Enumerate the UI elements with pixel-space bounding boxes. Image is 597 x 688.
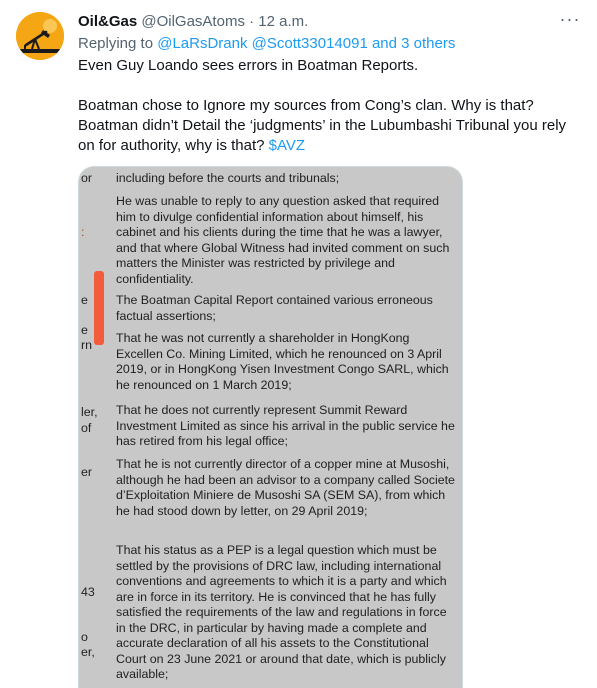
cashtag-link[interactable]: $AVZ	[269, 137, 305, 154]
doc-paragraph: The Boatman Capital Report contained var…	[116, 293, 433, 323]
attached-image[interactable]: or : e e rn ler, of er 43 o er, includin…	[78, 166, 463, 688]
left-fragment: e	[81, 323, 88, 337]
document-scan: or : e e rn ler, of er 43 o er, includin…	[79, 167, 462, 688]
tweet-text: Even Guy Loando sees errors in Boatman R…	[78, 56, 578, 156]
left-fragment: er	[81, 465, 93, 479]
tweet-body: Boatman chose to Ignore my sources from …	[78, 97, 567, 154]
left-fragment: er,	[81, 645, 95, 659]
left-fragment: 43	[81, 585, 95, 599]
doc-paragraph: That his status as a PEP is a legal ques…	[116, 543, 447, 681]
tweet-header: Oil&Gas @OilGasAtoms · 12 a.m.	[78, 12, 581, 32]
tweet-line-1: Even Guy Loando sees errors in Boatman R…	[78, 57, 419, 74]
tweet-line-2: Boatman chose to Ignore my sources from …	[78, 96, 578, 156]
replying-to: Replying to @LaRsDrank @Scott33014091 an…	[78, 34, 455, 54]
tweet-timestamp[interactable]: 12 a.m.	[258, 13, 308, 30]
left-fragment: e	[81, 293, 88, 307]
left-fragment: or	[81, 171, 93, 185]
oil-pump-logo	[16, 12, 64, 60]
replying-to-label: Replying to	[78, 35, 158, 52]
doc-paragraph: That he was not currently a shareholder …	[116, 331, 449, 392]
doc-paragraph: That he is not currently director of a c…	[116, 457, 455, 518]
doc-paragraph: He was unable to reply to any question a…	[116, 194, 450, 286]
reply-target-links[interactable]: @LaRsDrank @Scott33014091 and 3 others	[157, 35, 455, 52]
separator-dot: ·	[249, 13, 255, 30]
avatar[interactable]	[16, 12, 64, 60]
doc-paragraph: That he does not currently represent Sum…	[116, 403, 455, 448]
more-options-icon[interactable]: ···	[559, 10, 581, 32]
left-fragment: of	[81, 421, 92, 435]
left-fragment: :	[81, 225, 85, 239]
left-fragment: rn	[81, 338, 93, 352]
user-handle[interactable]: @OilGasAtoms	[141, 13, 245, 30]
doc-paragraph: including before the courts and tribunal…	[116, 171, 340, 185]
left-fragment: ler,	[81, 405, 98, 419]
left-fragment: o	[81, 630, 88, 644]
display-name[interactable]: Oil&Gas	[78, 13, 137, 30]
